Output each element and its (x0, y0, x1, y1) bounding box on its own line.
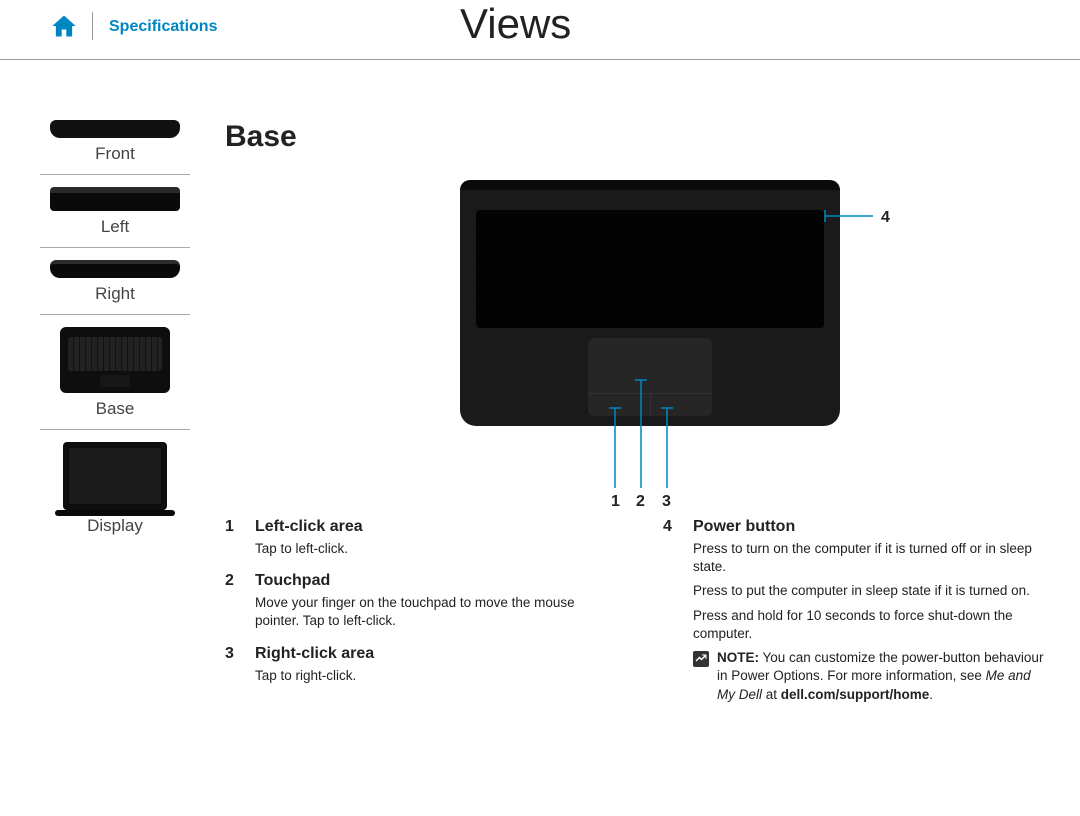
note-icon (693, 651, 709, 667)
callout-body: Move your finger on the touchpad to move… (255, 594, 607, 630)
sidebar-label: Right (40, 284, 190, 304)
sidebar-label: Base (40, 399, 190, 419)
specifications-link[interactable]: Specifications (109, 18, 217, 36)
callout-number: 1 (225, 518, 239, 536)
display-thumb-icon (63, 442, 167, 510)
callout-overlay-icon: 1 2 3 4 (425, 180, 1080, 510)
callout-right-column: 4 Power button Press to turn on the comp… (663, 518, 1045, 718)
front-thumb-icon (50, 120, 180, 138)
sidebar-label: Left (40, 217, 190, 237)
sidebar-item-display[interactable]: Display (40, 442, 190, 542)
callout-title: Power button (693, 518, 795, 536)
views-sidebar: Front Left Right Base Display (40, 120, 190, 542)
page-title: Views (460, 0, 571, 48)
sidebar-separator (40, 314, 190, 315)
right-thumb-icon (50, 260, 180, 278)
header-bar: Specifications Views (0, 0, 1080, 60)
callout-body: Tap to left-click. (255, 540, 607, 558)
callout-3-number: 3 (662, 493, 671, 510)
callout-2-number: 2 (636, 493, 645, 510)
callout-title: Right-click area (255, 645, 374, 663)
sidebar-separator (40, 429, 190, 430)
sidebar-label: Front (40, 144, 190, 164)
callout-number: 2 (225, 572, 239, 590)
left-thumb-icon (50, 187, 180, 211)
callout-left-column: 1 Left-click area Tap to left-click. 2 T… (225, 518, 607, 718)
header-divider (92, 12, 93, 40)
callout-1-number: 1 (611, 493, 620, 510)
base-thumb-icon (60, 327, 170, 393)
sidebar-separator (40, 174, 190, 175)
callout-title: Left-click area (255, 518, 363, 536)
callout-body: Tap to right-click. (255, 667, 607, 685)
callout-2: 2 Touchpad Move your finger on the touch… (225, 572, 607, 630)
note-text: NOTE: You can customize the power-button… (717, 649, 1045, 704)
section-title: Base (225, 120, 1045, 154)
callout-4: 4 Power button Press to turn on the comp… (663, 518, 1045, 704)
main-content: Base 1 2 3 4 (225, 120, 1045, 718)
callout-4-number: 4 (881, 209, 890, 226)
base-diagram: 1 2 3 4 (425, 180, 1080, 510)
note: NOTE: You can customize the power-button… (693, 649, 1045, 704)
callout-3: 3 Right-click area Tap to right-click. (225, 645, 607, 685)
callout-body: Press and hold for 10 seconds to force s… (693, 607, 1045, 643)
sidebar-label: Display (40, 516, 190, 536)
home-icon[interactable] (50, 12, 78, 45)
callout-number: 3 (225, 645, 239, 663)
sidebar-separator (40, 247, 190, 248)
callout-1: 1 Left-click area Tap to left-click. (225, 518, 607, 558)
callout-title: Touchpad (255, 572, 330, 590)
sidebar-item-base[interactable]: Base (40, 327, 190, 425)
sidebar-item-front[interactable]: Front (40, 120, 190, 170)
callout-number: 4 (663, 518, 677, 536)
callout-body: Press to put the computer in sleep state… (693, 582, 1045, 600)
sidebar-item-left[interactable]: Left (40, 187, 190, 243)
sidebar-item-right[interactable]: Right (40, 260, 190, 310)
callout-body: Press to turn on the computer if it is t… (693, 540, 1045, 576)
